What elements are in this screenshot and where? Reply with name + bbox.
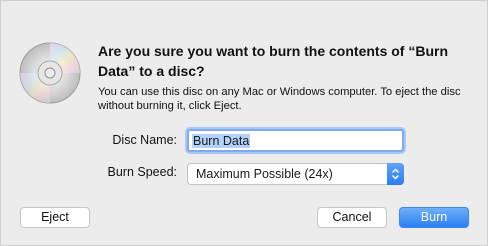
disc-name-value: Burn Data xyxy=(192,134,251,148)
dialog-message: You can use this disc on any Mac or Wind… xyxy=(98,86,461,112)
chevron-updown-icon xyxy=(387,163,404,185)
burn-speed-select[interactable]: Maximum Possible (24x) xyxy=(187,163,404,185)
burn-disc-dialog: Are you sure you want to burn the conten… xyxy=(0,0,488,246)
disc-name-label: Disc Name: xyxy=(112,133,177,147)
disc-name-input[interactable]: Burn Data xyxy=(187,129,404,152)
cd-disc-icon xyxy=(18,41,82,105)
dialog-title: Are you sure you want to burn the conten… xyxy=(98,43,449,79)
eject-button[interactable]: Eject xyxy=(20,207,90,228)
burn-button[interactable]: Burn xyxy=(399,207,469,228)
burn-speed-label: Burn Speed: xyxy=(107,165,178,179)
cancel-button[interactable]: Cancel xyxy=(317,207,387,228)
burn-speed-value: Maximum Possible (24x) xyxy=(196,167,333,181)
